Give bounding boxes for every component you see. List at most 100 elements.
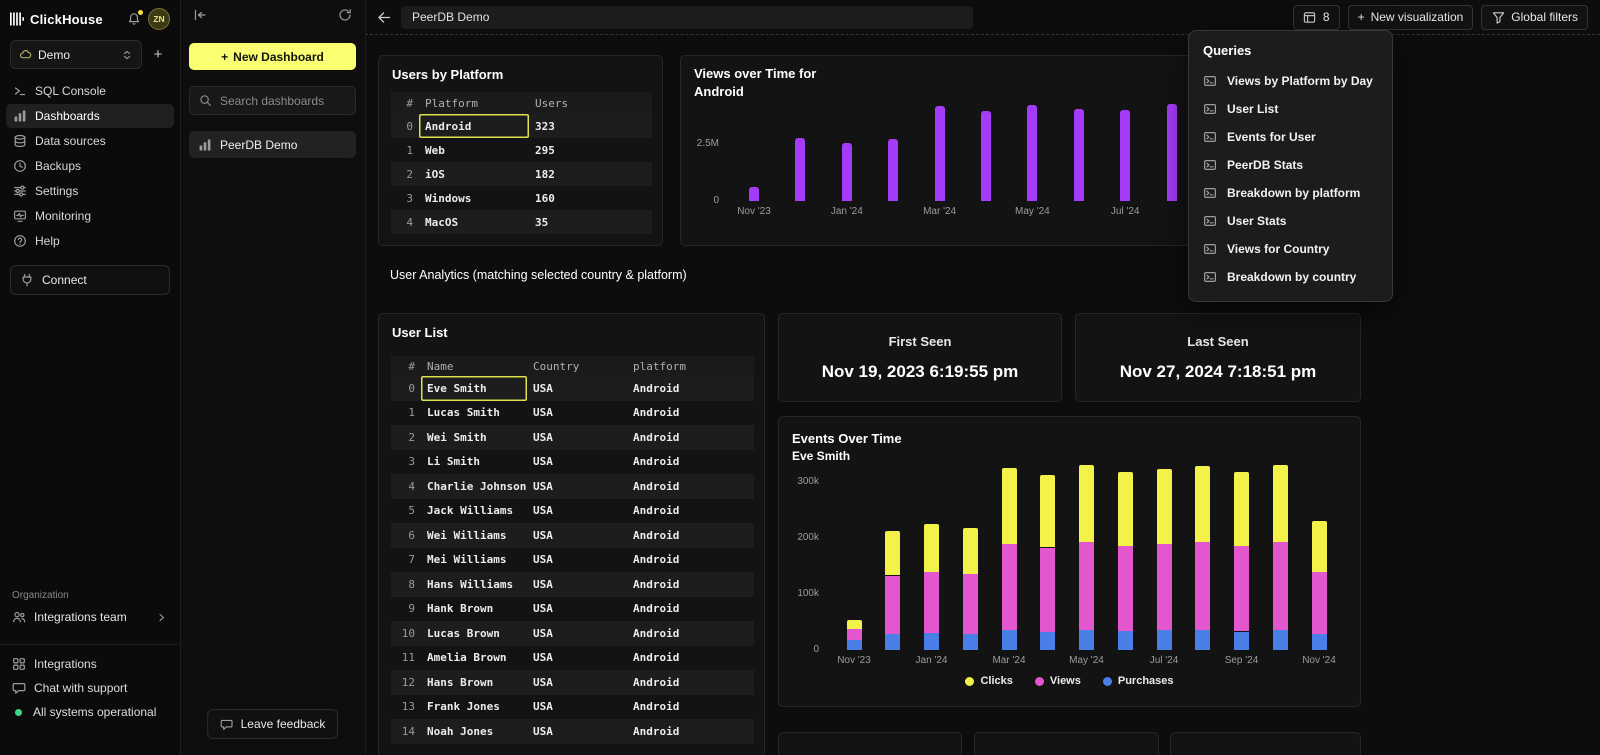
table-row[interactable]: 14Noah JonesUSAAndroid	[391, 719, 754, 744]
table-row[interactable]: 8Hans WilliamsUSAAndroid	[391, 572, 754, 597]
table-cell: Mei Williams	[421, 548, 527, 573]
sidebar-item-sql-console[interactable]: SQL Console	[6, 79, 174, 103]
sidebar-item-monitoring[interactable]: Monitoring	[6, 204, 174, 228]
organization-label: Organization	[12, 590, 168, 601]
table-cell: Android	[627, 499, 754, 524]
bar-segment-views	[1273, 542, 1288, 631]
queries-menu-item-views-by-platform-by-day[interactable]: Views by Platform by Day	[1189, 67, 1392, 95]
table-cell: 182	[529, 162, 652, 186]
help-icon	[13, 234, 27, 248]
connect-button[interactable]: Connect	[10, 265, 170, 295]
table-row[interactable]: 6Wei WilliamsUSAAndroid	[391, 523, 754, 548]
queries-menu-item-breakdown-by-platform[interactable]: Breakdown by platform	[1189, 179, 1392, 207]
new-dashboard-button[interactable]: + New Dashboard	[189, 43, 356, 70]
backup-icon	[13, 159, 27, 173]
notifications-bell-icon[interactable]	[127, 12, 141, 26]
bar-segment-views	[1002, 544, 1017, 631]
brand-name: ClickHouse	[30, 12, 103, 27]
global-filters-button[interactable]: Global filters	[1481, 5, 1588, 30]
table-row[interactable]: 10Lucas BrownUSAAndroid	[391, 621, 754, 646]
table-cell: 35	[529, 210, 652, 234]
query-label: Breakdown by country	[1227, 270, 1356, 284]
panel-title: Users by Platform	[392, 67, 503, 82]
legend-dot	[965, 677, 974, 686]
sidebar-header: ClickHouse ZN	[0, 0, 180, 36]
table-row[interactable]: 12Hans BrownUSAAndroid	[391, 670, 754, 695]
sliders-icon	[13, 184, 27, 198]
avatar[interactable]: ZN	[148, 8, 170, 30]
search-input[interactable]	[218, 93, 347, 109]
query-icon	[1203, 242, 1217, 256]
queries-menu-item-user-list[interactable]: User List	[1189, 95, 1392, 123]
table-row[interactable]: 4MacOS35	[391, 210, 652, 234]
bar	[1167, 104, 1177, 201]
table-row[interactable]: 1Lucas SmithUSAAndroid	[391, 401, 754, 426]
back-button[interactable]	[377, 10, 391, 24]
table-cell: USA	[527, 646, 627, 671]
bar	[842, 143, 852, 201]
sidebar-item-backups[interactable]: Backups	[6, 154, 174, 178]
table-row[interactable]: 0Android323	[391, 114, 652, 138]
table-row[interactable]: 3Li SmithUSAAndroid	[391, 450, 754, 475]
bar	[935, 106, 945, 201]
sidebar-item-integrations-team[interactable]: Integrations team	[12, 610, 168, 624]
legend-item-clicks: Clicks	[965, 675, 1012, 687]
query-label: Events for User	[1227, 130, 1316, 144]
y-axis-tick: 2.5M	[681, 138, 719, 149]
organization-section: Organization Integrations team	[0, 590, 180, 624]
dashboard-title-input[interactable]	[401, 6, 973, 29]
table-row[interactable]: 11Amelia BrownUSAAndroid	[391, 646, 754, 671]
table-row[interactable]: 13Frank JonesUSAAndroid	[391, 695, 754, 720]
collapse-panel-button[interactable]	[193, 8, 207, 22]
bar-segment-purchases	[1157, 630, 1172, 650]
bar-segment-purchases	[1195, 630, 1210, 650]
queries-menu-item-user-stats[interactable]: User Stats	[1189, 207, 1392, 235]
table-cell: Amelia Brown	[421, 646, 527, 671]
bar-segment-purchases	[1079, 630, 1094, 650]
table-cell: USA	[527, 425, 627, 450]
queries-menu-item-peerdb-stats[interactable]: PeerDB Stats	[1189, 151, 1392, 179]
service-selector[interactable]: Demo	[10, 40, 142, 69]
table-row[interactable]: 5Jack WilliamsUSAAndroid	[391, 499, 754, 524]
bar-segment-clicks	[885, 531, 900, 576]
sidebar-item-settings[interactable]: Settings	[6, 179, 174, 203]
bar-segment-views	[1195, 542, 1210, 631]
table-cell: Android	[627, 450, 754, 475]
table-row[interactable]: 4Charlie JohnsonUSAAndroid	[391, 474, 754, 499]
bar-segment-purchases	[1234, 632, 1249, 651]
table-row[interactable]: 3Windows160	[391, 186, 652, 210]
queries-menu-item-events-for-user[interactable]: Events for User	[1189, 123, 1392, 151]
sidebar-item-integrations[interactable]: Integrations	[12, 652, 168, 676]
table-header-row: #PlatformUsers	[391, 92, 652, 114]
leave-feedback-button[interactable]: Leave feedback	[207, 709, 339, 739]
sidebar-item-dashboards[interactable]: Dashboards	[6, 104, 174, 128]
table-cell: 4	[391, 474, 421, 499]
table-row[interactable]: 1Web295	[391, 138, 652, 162]
add-service-button[interactable]: +	[146, 43, 170, 67]
query-icon	[1203, 214, 1217, 228]
new-visualization-button[interactable]: + New visualization	[1348, 5, 1474, 30]
column-header: platform	[627, 356, 754, 376]
table-row[interactable]: 7Mei WilliamsUSAAndroid	[391, 548, 754, 573]
sidebar-item-chat-with-support[interactable]: Chat with support	[12, 676, 168, 700]
queries-menu-item-breakdown-by-country[interactable]: Breakdown by country	[1189, 263, 1392, 291]
x-axis-tick: Sep '24	[1212, 655, 1272, 666]
table-cell: Wei Smith	[421, 425, 527, 450]
bar	[981, 111, 991, 201]
table-row[interactable]: 0Eve SmithUSAAndroid	[391, 376, 754, 401]
queries-menu-item-views-for-country[interactable]: Views for Country	[1189, 235, 1392, 263]
table-row[interactable]: 2iOS182	[391, 162, 652, 186]
table-row[interactable]: 9Hank BrownUSAAndroid	[391, 597, 754, 622]
dashboard-list-item[interactable]: PeerDB Demo	[189, 131, 356, 158]
table-row[interactable]: 2Wei SmithUSAAndroid	[391, 425, 754, 450]
table-cell: Android	[419, 114, 529, 138]
bar-segment-clicks	[1312, 521, 1327, 571]
sidebar-item-all-systems-operational[interactable]: All systems operational	[12, 700, 168, 724]
footer-label: Integrations	[34, 657, 97, 671]
table-cell: 7	[391, 548, 421, 573]
bar	[1027, 105, 1037, 201]
sidebar-item-data-sources[interactable]: Data sources	[6, 129, 174, 153]
queries-count-button[interactable]: 8	[1293, 5, 1340, 30]
refresh-button[interactable]	[338, 8, 352, 22]
sidebar-item-help[interactable]: Help	[6, 229, 174, 253]
